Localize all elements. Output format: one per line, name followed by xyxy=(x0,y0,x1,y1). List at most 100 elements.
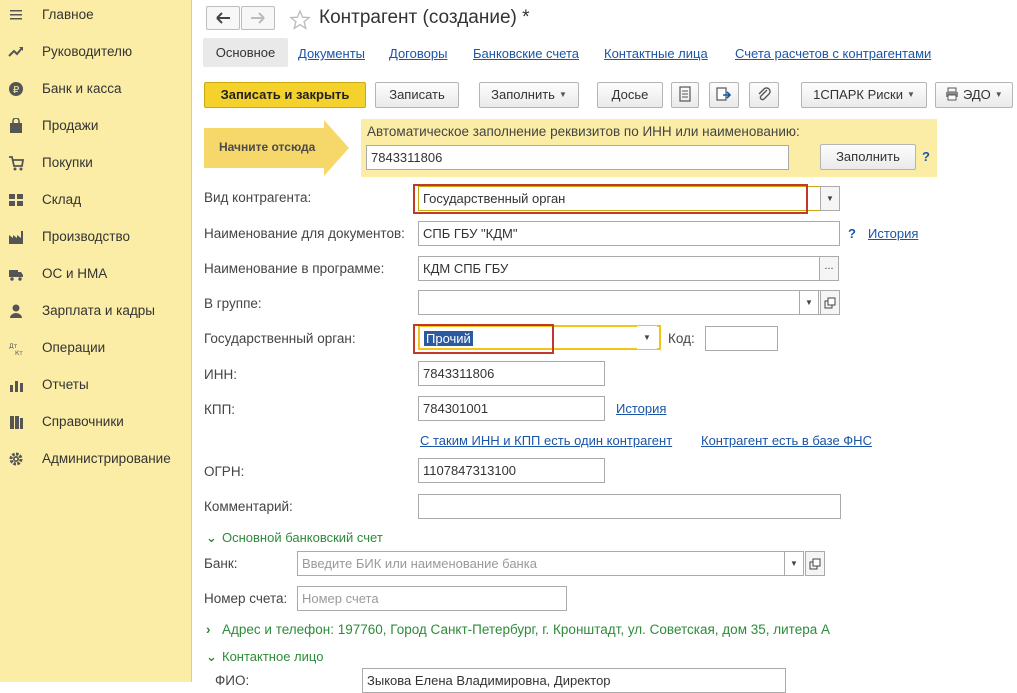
fill-dropdown-button[interactable]: Заполнить ▼ xyxy=(479,82,579,108)
autofill-help-icon[interactable]: ? xyxy=(922,149,930,164)
chevron-down-icon: ▼ xyxy=(558,90,567,99)
sidebar-item-bank[interactable]: ₽ Банк и касса xyxy=(0,76,190,102)
group-field[interactable] xyxy=(418,290,821,315)
tab-settlement-accounts[interactable]: Счета расчетов с контрагентами xyxy=(735,46,931,61)
bank-section-title: Основной банковский счет xyxy=(222,530,383,545)
address-section-toggle[interactable]: › Адрес и телефон: 197760, Город Санкт-Пе… xyxy=(206,622,830,637)
bank-label: Банк: xyxy=(204,556,238,571)
bank-field-placeholder: Введите БИК или наименование банка xyxy=(302,556,537,571)
spark-risks-label: 1СПАРК Риски xyxy=(813,87,903,102)
docname-history-link[interactable]: История xyxy=(868,226,918,241)
chevron-down-icon: ▼ xyxy=(805,298,813,307)
docname-field[interactable]: СПБ ГБУ "КДМ" xyxy=(418,221,840,246)
highlight-box xyxy=(413,324,554,354)
menu-lines-icon xyxy=(10,10,22,20)
bank-dropdown-button[interactable]: ▼ xyxy=(784,551,804,576)
sidebar-item-label: Производство xyxy=(42,229,131,244)
sidebar-item-warehouse[interactable]: Склад xyxy=(0,187,190,213)
kpp-history-link[interactable]: История xyxy=(616,401,666,416)
gear-icon xyxy=(9,452,23,466)
tab-bank-accounts[interactable]: Банковские счета xyxy=(473,46,579,61)
attach-button[interactable] xyxy=(749,82,779,108)
code-field[interactable] xyxy=(705,326,778,351)
dossier-button[interactable]: Досье xyxy=(597,82,663,108)
sidebar-item-manager[interactable]: Руководителю xyxy=(0,39,190,65)
sidebar-item-references[interactable]: Справочники xyxy=(0,409,190,435)
autofill-input[interactable]: 7843311806 xyxy=(366,145,789,170)
main-panel: Контрагент (создание) * Основное Докумен… xyxy=(193,0,1017,693)
chevron-down-icon: ▼ xyxy=(826,194,834,203)
fns-database-link[interactable]: Контрагент есть в базе ФНС xyxy=(701,433,872,448)
kpp-field[interactable]: 784301001 xyxy=(418,396,605,421)
sidebar-item-fixed-assets[interactable]: ОС и НМА xyxy=(0,261,190,287)
chevron-down-icon: ⌄ xyxy=(206,530,217,545)
bank-open-button[interactable] xyxy=(805,551,825,576)
docname-label: Наименование для документов: xyxy=(204,226,405,241)
factory-icon xyxy=(9,231,23,244)
save-button[interactable]: Записать xyxy=(375,82,459,108)
sidebar-item-purchases[interactable]: Покупки xyxy=(0,150,190,176)
person-icon xyxy=(10,304,22,318)
gov-dropdown-button[interactable]: ▼ xyxy=(637,326,657,349)
sidebar-item-label: Руководителю xyxy=(42,44,133,59)
sidebar-item-production[interactable]: Производство xyxy=(0,224,190,250)
progname-more-button[interactable]: ... xyxy=(819,256,839,281)
inn-kpp-duplicate-link[interactable]: С таким ИНН и КПП есть один контрагент xyxy=(420,433,672,448)
sidebar-item-admin[interactable]: Администрирование xyxy=(0,446,190,472)
sidebar-item-reports[interactable]: Отчеты xyxy=(0,372,190,398)
tab-main[interactable]: Основное xyxy=(203,38,288,67)
group-dropdown-button[interactable]: ▼ xyxy=(799,290,819,315)
sidebar-item-main[interactable]: Главное xyxy=(0,2,190,28)
sidebar: Главное Руководителю ₽ Банк и касса Прод… xyxy=(0,0,192,682)
sidebar-item-operations[interactable]: Дт Кт Операции xyxy=(0,335,190,361)
tab-documents[interactable]: Документы xyxy=(298,46,365,61)
sidebar-item-label: Операции xyxy=(42,340,106,355)
truck-icon xyxy=(9,270,23,281)
trend-arrow-icon xyxy=(8,47,23,57)
fill-dropdown-label: Заполнить xyxy=(491,87,555,102)
account-field[interactable]: Номер счета xyxy=(297,586,567,611)
save-and-close-button[interactable]: Записать и закрыть xyxy=(204,82,366,108)
tab-contracts[interactable]: Договоры xyxy=(389,46,447,61)
open-window-icon xyxy=(824,297,836,309)
sidebar-item-payroll[interactable]: Зарплата и кадры xyxy=(0,298,190,324)
comment-field[interactable] xyxy=(418,494,841,519)
page-title: Контрагент (создание) * xyxy=(319,7,530,28)
ruble-coin-icon: ₽ xyxy=(9,82,23,96)
spark-risks-button[interactable]: 1СПАРК Риски ▼ xyxy=(801,82,927,108)
contact-section-toggle[interactable]: ⌄ Контактное лицо xyxy=(206,649,323,665)
sidebar-item-sales[interactable]: Продажи xyxy=(0,113,190,139)
fio-field[interactable]: Зыкова Елена Владимировна, Директор xyxy=(362,668,786,693)
chevron-down-icon: ▼ xyxy=(994,90,1003,99)
warehouse-icon xyxy=(9,194,23,206)
open-window-icon xyxy=(809,558,821,570)
print-button[interactable] xyxy=(709,82,739,108)
tab-contacts[interactable]: Контактные лица xyxy=(604,46,708,61)
back-button[interactable] xyxy=(206,6,240,30)
gov-label: Государственный орган: xyxy=(204,331,356,346)
ogrn-field[interactable]: 1107847313100 xyxy=(418,458,605,483)
group-open-button[interactable] xyxy=(820,290,840,315)
inn-label: ИНН: xyxy=(204,367,237,382)
docname-help-icon[interactable]: ? xyxy=(848,226,856,241)
bank-section-toggle[interactable]: ⌄ Основной банковский счет xyxy=(206,530,383,546)
sidebar-item-label: Отчеты xyxy=(42,377,89,392)
forward-button[interactable] xyxy=(241,6,275,30)
progname-field[interactable]: КДМ СПБ ГБУ xyxy=(418,256,820,281)
autofill-caption: Автоматическое заполнение реквизитов по … xyxy=(367,124,800,139)
ogrn-label: ОГРН: xyxy=(204,464,245,479)
dt-kt-icon: ДтКт xyxy=(9,343,23,356)
chevron-down-icon: ▼ xyxy=(790,559,798,568)
account-label: Номер счета: xyxy=(204,591,288,606)
report-button[interactable] xyxy=(671,82,699,108)
inn-field[interactable]: 7843311806 xyxy=(418,361,605,386)
star-icon[interactable] xyxy=(289,9,311,31)
type-dropdown-button[interactable]: ▼ xyxy=(820,186,840,211)
sidebar-item-label: Склад xyxy=(42,192,82,207)
edo-button[interactable]: ЭДО ▼ xyxy=(935,82,1013,108)
bank-field[interactable]: Введите БИК или наименование банка xyxy=(297,551,785,576)
arrow-left-icon xyxy=(216,12,230,24)
bar-chart-icon xyxy=(10,381,23,392)
chevron-down-icon: ▼ xyxy=(906,90,915,99)
autofill-fill-button[interactable]: Заполнить xyxy=(820,144,916,170)
